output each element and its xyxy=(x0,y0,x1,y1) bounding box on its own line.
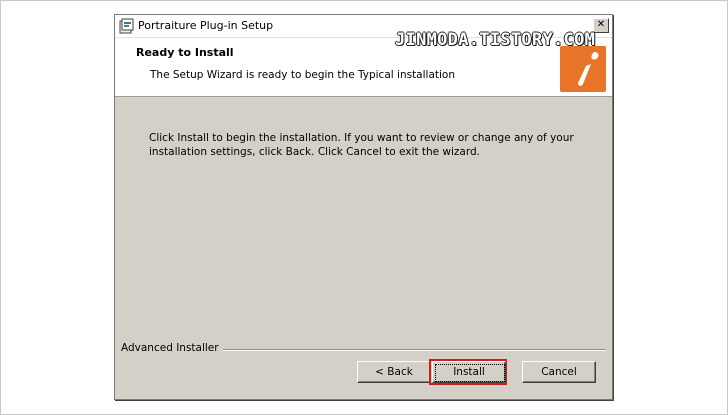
imagenomic-logo xyxy=(560,46,606,92)
setup-package-icon xyxy=(119,18,135,34)
logo-i-glyph xyxy=(578,52,599,86)
back-button[interactable]: < Back xyxy=(357,361,431,383)
close-button[interactable]: ✕ xyxy=(593,18,609,33)
install-button[interactable]: Install xyxy=(432,361,506,383)
instructions-text: Click Install to begin the installation.… xyxy=(149,131,574,159)
instructions-line-1: Click Install to begin the installation.… xyxy=(149,132,574,144)
page-title: Ready to Install xyxy=(136,46,234,59)
cancel-button[interactable]: Cancel xyxy=(522,361,596,383)
focus-outline xyxy=(435,364,505,382)
close-icon: ✕ xyxy=(596,19,606,30)
instructions-line-2: installation settings, click Back. Click… xyxy=(149,146,480,158)
setup-dialog: Portraiture Plug-in Setup ✕ Ready to Ins… xyxy=(114,14,613,400)
window-title: Portraiture Plug-in Setup xyxy=(138,19,274,32)
branding-label: Advanced Installer xyxy=(121,342,223,354)
watermark-text: JINMODA.TISTORY.COM xyxy=(395,30,596,50)
page-subtitle: The Setup Wizard is ready to begin the T… xyxy=(150,69,455,81)
